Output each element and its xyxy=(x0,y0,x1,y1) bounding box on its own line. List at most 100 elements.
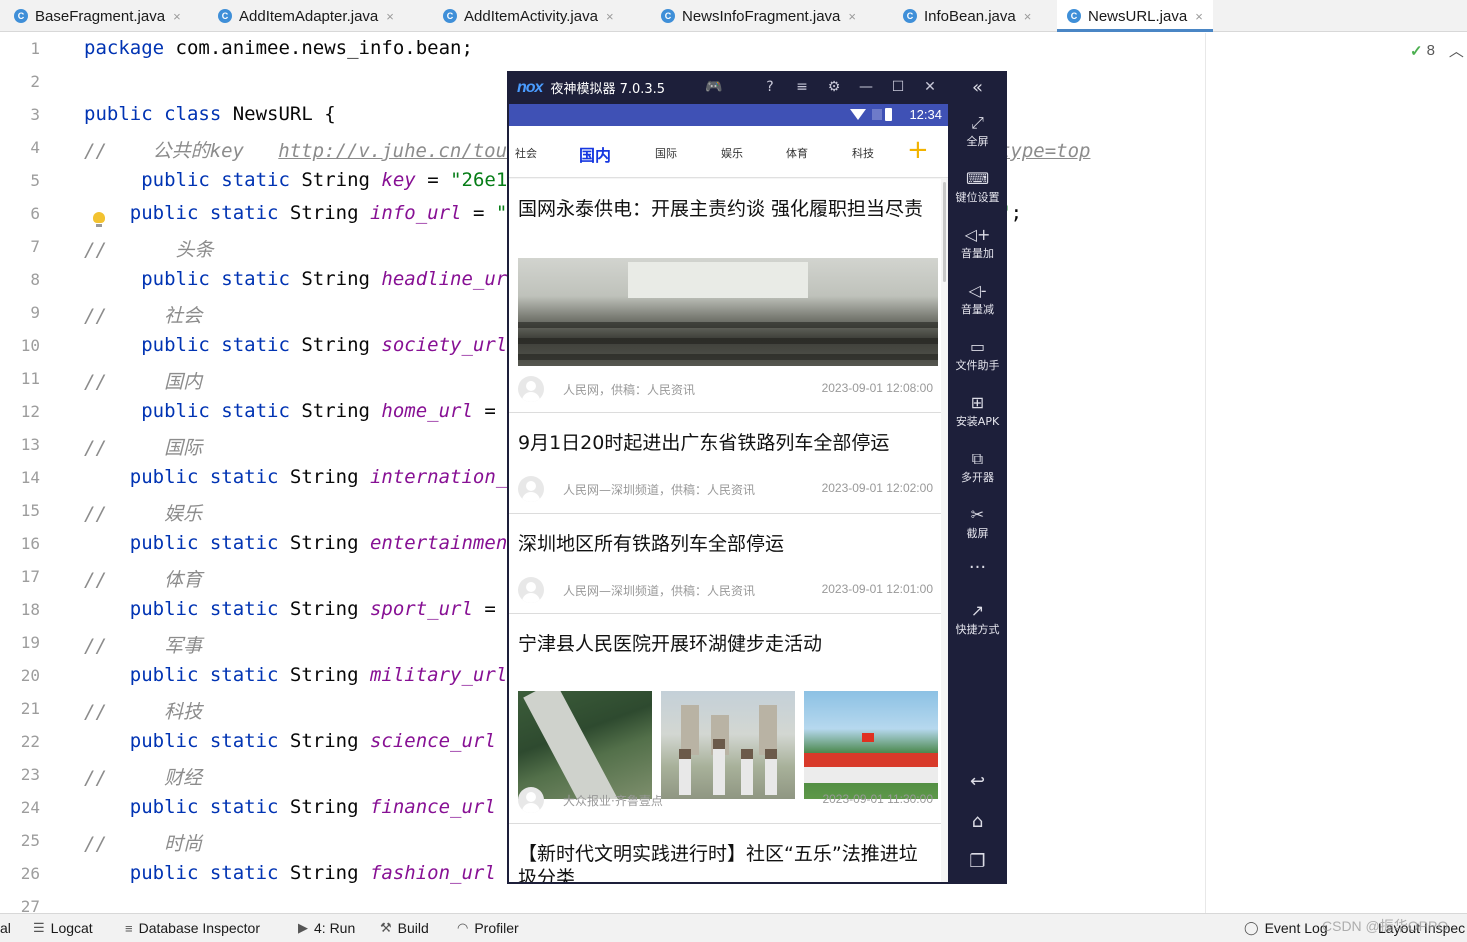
line-number: 25 xyxy=(20,831,40,850)
back-icon[interactable]: ↩ xyxy=(948,771,1007,792)
tab-category-entertainment[interactable]: 娱乐 xyxy=(712,145,752,161)
close-icon[interactable]: × xyxy=(386,9,394,24)
close-icon[interactable]: × xyxy=(848,9,856,24)
gear-icon[interactable]: ⚙ xyxy=(825,79,843,95)
code-line: public static String science_url = xyxy=(84,730,519,752)
line-number: 6 xyxy=(30,204,40,223)
line-number: 4 xyxy=(30,138,40,157)
tab-label: BaseFragment.java xyxy=(35,7,166,25)
code-token: com.animee.news_info.bean; xyxy=(175,37,473,59)
code-token: public static xyxy=(84,532,290,554)
code-line: // 时尚 xyxy=(84,829,202,856)
code-line: public static String entertainment xyxy=(84,532,519,554)
code-token: public static xyxy=(84,202,290,224)
tab-additemadapter[interactable]: C AddItemAdapter.java × xyxy=(218,0,394,32)
sidebar-item-screenshot[interactable]: ✂ 截屏 xyxy=(948,505,1007,541)
news-item[interactable]: 9月1日20时起进出广东省铁路列车全部停运 人民网—深圳频道，供稿：人民资讯 2… xyxy=(509,413,941,514)
close-icon[interactable]: × xyxy=(1195,9,1203,24)
code-token: finance_url xyxy=(369,796,496,818)
line-number: 3 xyxy=(30,105,40,124)
sidebar-label: 音量加 xyxy=(961,247,994,260)
code-token: // 头条 xyxy=(84,239,214,261)
toolwindow-build[interactable]: ⚒ Build xyxy=(380,914,429,942)
code-line: public static String finance_url = xyxy=(84,796,519,818)
tab-additemactivity[interactable]: C AddItemActivity.java × xyxy=(443,0,614,32)
tab-newsurl[interactable]: C NewsURL.java × xyxy=(1057,0,1213,32)
close-icon[interactable]: × xyxy=(1024,9,1032,24)
sidebar-item-keymap[interactable]: ⌨ 键位设置 xyxy=(948,169,1007,205)
code-token: science_url xyxy=(369,730,496,752)
emulator-title: 夜神模拟器 7.0.3.5 xyxy=(550,82,666,97)
sidebar-item-install-apk[interactable]: ⊞ 安装APK xyxy=(948,393,1007,429)
code-token: String xyxy=(289,796,370,818)
profiler-icon: ◠ xyxy=(457,920,469,935)
android-screen[interactable]: 社会 国内 国际 娱乐 体育 科技 + 国网永泰供电：开展主责约谈 强化履职担当… xyxy=(509,126,948,882)
news-item[interactable]: 国网永泰供电：开展主责约谈 强化履职担当尽责 人民网，供稿：人民资讯 2023-… xyxy=(509,179,941,413)
toolwindow-database-inspector[interactable]: ≡ Database Inspector xyxy=(125,914,260,942)
emulator-title-bar[interactable]: nox 夜神模拟器 7.0.3.5 🎮 ? ≡ ⚙ — ☐ ✕ xyxy=(507,71,948,104)
code-token: public class xyxy=(84,103,233,125)
sidebar-item-fullscreen[interactable]: ⤢ 全屏 xyxy=(948,113,1007,149)
close-icon[interactable]: × xyxy=(173,9,181,24)
chevron-up-icon[interactable]: ︿ xyxy=(1449,40,1464,61)
news-source: 人民网—深圳频道，供稿：人民资讯 xyxy=(563,584,756,598)
toolwindow-logcat[interactable]: ☰ Logcat xyxy=(33,914,93,942)
code-token: military_url xyxy=(369,664,508,686)
volume-down-icon: ◁- xyxy=(968,281,987,300)
fullscreen-icon: ⤢ xyxy=(971,113,984,132)
tab-newsinfofragment[interactable]: C NewsInfoFragment.java × xyxy=(661,0,856,32)
tab-infobean[interactable]: C InfoBean.java × xyxy=(903,0,1031,32)
help-icon[interactable]: ? xyxy=(761,79,779,95)
tab-category-tech[interactable]: 科技 xyxy=(843,145,883,161)
minimize-icon[interactable]: — xyxy=(857,79,875,95)
recent-apps-icon[interactable]: ❐ xyxy=(948,851,1007,872)
sidebar-item-volume-down[interactable]: ◁- 音量减 xyxy=(948,281,1007,317)
code-line: // 国际 xyxy=(84,433,202,460)
toolwindow-event-log[interactable]: ◯ Event Log xyxy=(1244,914,1328,942)
nox-logo: nox xyxy=(517,78,543,96)
tab-category-sports[interactable]: 体育 xyxy=(777,145,817,161)
gamepad-icon[interactable]: 🎮 xyxy=(705,79,723,95)
sidebar-item-file-helper[interactable]: ▭ 文件助手 xyxy=(948,337,1007,373)
scrollbar-thumb[interactable] xyxy=(943,182,946,282)
class-icon: C xyxy=(443,9,457,23)
line-number: 12 xyxy=(20,402,40,421)
news-item[interactable]: 深圳地区所有铁路列车全部停运 人民网—深圳频道，供稿：人民资讯 2023-09-… xyxy=(509,514,941,614)
intention-bulb-icon[interactable] xyxy=(93,212,105,227)
run-label: 4: Run xyxy=(314,920,356,936)
add-category-button[interactable]: + xyxy=(907,135,929,165)
code-line: public class NewsURL { xyxy=(84,103,336,125)
line-number: 10 xyxy=(20,336,40,355)
home-icon[interactable]: ⌂ xyxy=(948,811,1007,832)
code-line: // 国内 xyxy=(84,367,202,394)
maximize-icon[interactable]: ☐ xyxy=(889,79,907,95)
event-log-label: Event Log xyxy=(1264,920,1328,936)
inspections-widget[interactable]: ✓ 8 ︿ xyxy=(1410,40,1464,61)
toolwindow-stub[interactable]: al xyxy=(0,914,11,942)
toolwindow-run[interactable]: ▶ 4: Run xyxy=(298,914,355,942)
menu-icon[interactable]: ≡ xyxy=(793,79,811,95)
sidebar-item-multi-instance[interactable]: ⧉ 多开器 xyxy=(948,449,1007,485)
tab-category-international[interactable]: 国际 xyxy=(646,145,686,161)
toolwindow-profiler[interactable]: ◠ Profiler xyxy=(457,914,519,942)
close-icon[interactable]: ✕ xyxy=(921,79,939,95)
code-token: // 国际 xyxy=(84,437,203,459)
news-item[interactable]: 宁津县人民医院开展环湖健步走活动 大众报业·齐鲁壹点 2023-09-01 11… xyxy=(509,614,941,824)
close-icon[interactable]: × xyxy=(606,9,614,24)
tab-basefragment[interactable]: C BaseFragment.java × xyxy=(14,0,181,32)
sidebar-item-shortcut[interactable]: ↗ 快捷方式 xyxy=(948,601,1007,637)
news-date: 2023-09-01 12:08:00 xyxy=(821,381,933,395)
sidebar-item-volume-up[interactable]: ◁+ 音量加 xyxy=(948,225,1007,261)
code-token: // 娱乐 xyxy=(84,503,203,525)
code-token: headline_url xyxy=(381,268,519,290)
tab-category-society[interactable]: 社会 xyxy=(509,145,546,161)
code-token: ; xyxy=(1010,202,1023,224)
more-icon[interactable]: ··· xyxy=(948,557,1007,578)
code-token: // 体育 xyxy=(84,569,203,591)
collapse-icon[interactable]: « xyxy=(948,77,1007,98)
news-source: 大众报业·齐鲁壹点 xyxy=(563,794,663,808)
tab-category-domestic[interactable]: 国内 xyxy=(575,142,615,166)
code-line: public static String home_url = i xyxy=(84,400,519,422)
line-number: 26 xyxy=(20,864,40,883)
news-item[interactable]: 【新时代文明实践进行时】社区“五乐”法推进垃圾分类 xyxy=(509,824,941,882)
